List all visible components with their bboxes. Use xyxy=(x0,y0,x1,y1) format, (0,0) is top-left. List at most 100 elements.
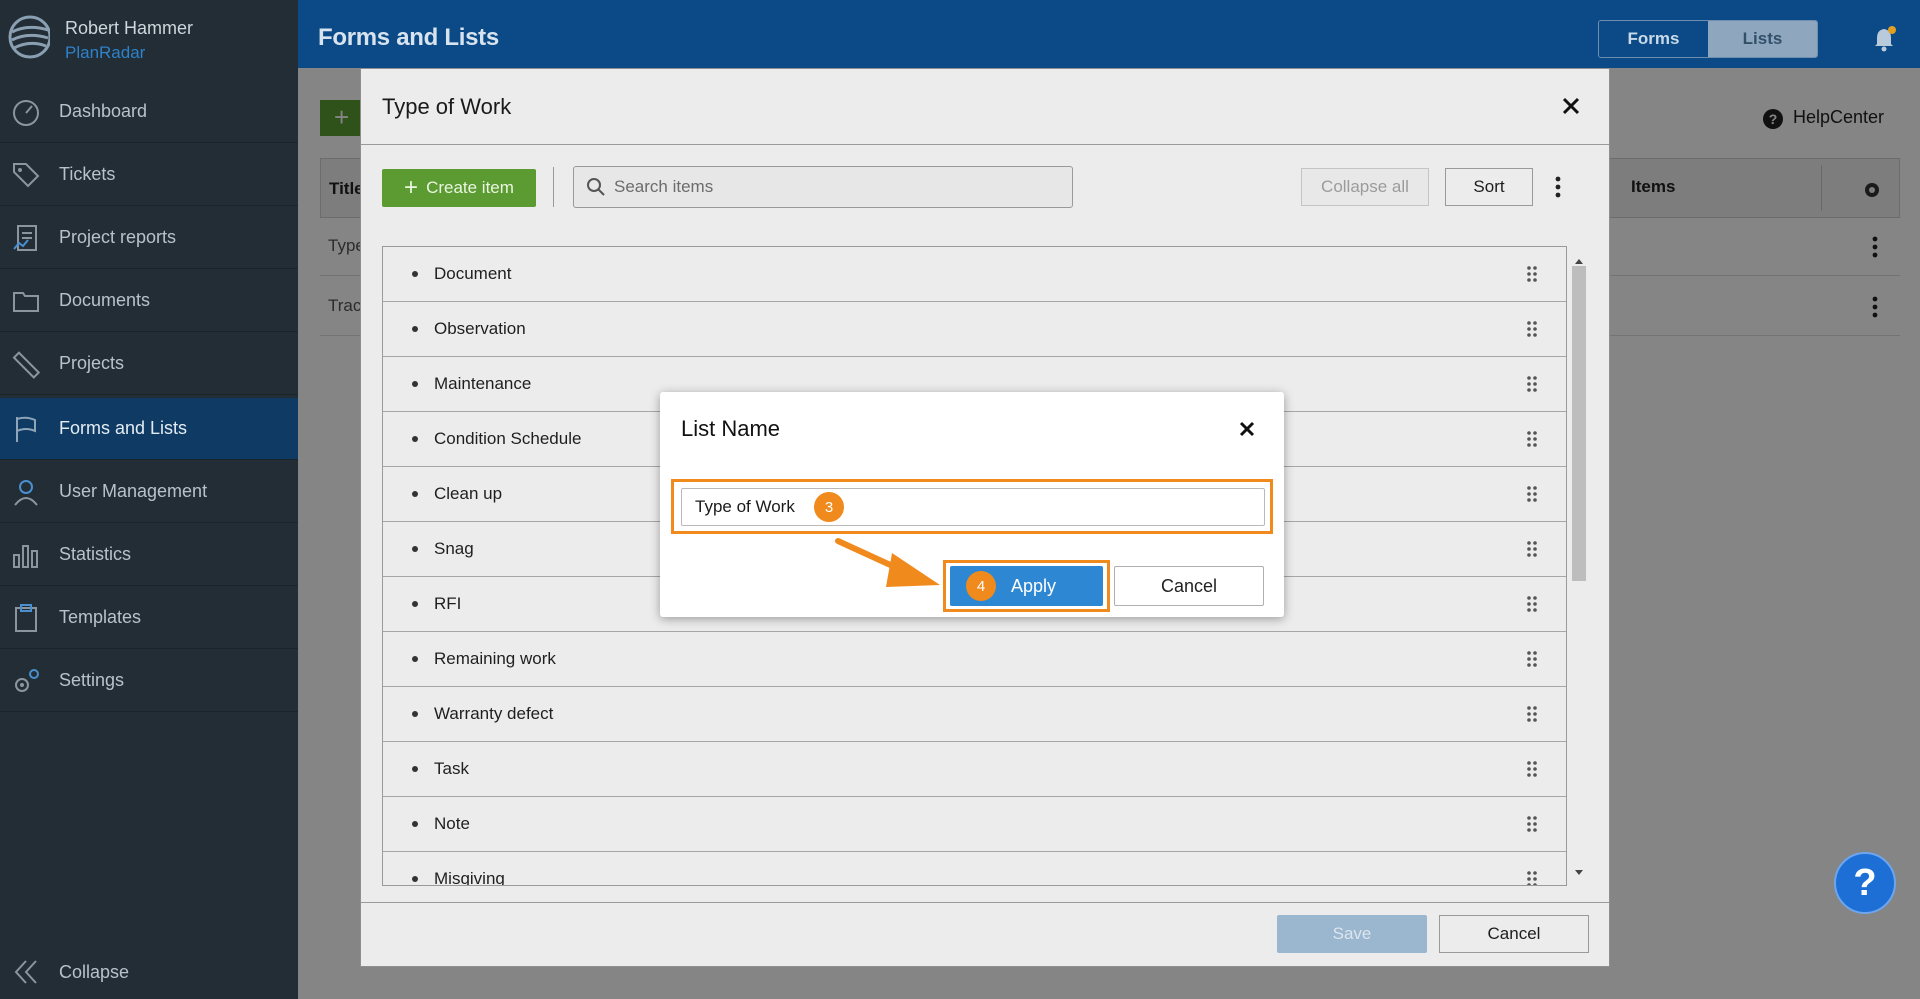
drag-handle-icon[interactable] xyxy=(1526,430,1538,448)
user-name: Robert Hammer xyxy=(65,18,194,38)
clipboard-icon xyxy=(8,600,44,636)
collapse-label: Collapse xyxy=(59,961,130,982)
bullet-icon xyxy=(412,326,418,332)
drag-handle-icon[interactable] xyxy=(1526,595,1538,613)
drag-handle-icon[interactable] xyxy=(1526,320,1538,338)
step-badge-3: 3 xyxy=(814,492,844,522)
list-item[interactable]: Task xyxy=(383,742,1566,797)
help-fab-button[interactable]: ? xyxy=(1834,852,1896,914)
create-item-button[interactable]: + Create item xyxy=(382,169,536,207)
bullet-icon xyxy=(412,821,418,827)
drag-handle-icon[interactable] xyxy=(1526,870,1538,886)
sidebar-item-projects[interactable]: Projects xyxy=(0,333,298,395)
bullet-icon xyxy=(412,546,418,552)
list-item[interactable]: Observation xyxy=(383,302,1566,357)
sidebar: Robert Hammer PlanRadar Dashboard Ticket… xyxy=(0,0,298,999)
report-icon xyxy=(8,220,44,256)
bullet-icon xyxy=(412,766,418,772)
close-icon[interactable] xyxy=(1558,93,1584,119)
drag-handle-icon[interactable] xyxy=(1526,485,1538,503)
double-chevron-left-icon xyxy=(8,954,44,990)
scrollbar-thumb[interactable] xyxy=(1572,266,1586,581)
list-item-label: Clean up xyxy=(434,484,503,503)
close-icon[interactable] xyxy=(1234,416,1260,442)
list-item[interactable]: Note xyxy=(383,797,1566,852)
list-item-label: Task xyxy=(434,759,469,778)
tab-forms[interactable]: Forms xyxy=(1599,21,1708,57)
bullet-icon xyxy=(412,271,418,277)
folder-icon xyxy=(8,283,44,319)
bar-chart-icon xyxy=(8,537,44,573)
planradar-logo-icon xyxy=(8,15,50,59)
bullet-icon xyxy=(412,436,418,442)
sidebar-item-user-management[interactable]: User Management xyxy=(0,461,298,523)
search-icon xyxy=(587,178,605,196)
sidebar-item-label: Documents xyxy=(59,290,151,310)
list-name-input[interactable] xyxy=(681,488,1265,526)
bullet-icon xyxy=(412,601,418,607)
list-name-dialog: List Name 3 Apply 4 Cancel xyxy=(660,392,1284,617)
gear-icon xyxy=(8,663,44,699)
save-button[interactable]: Save xyxy=(1277,915,1427,953)
list-item-label: Observation xyxy=(434,319,526,338)
top-bar: Forms and Lists Forms Lists xyxy=(298,0,1920,68)
create-item-label: Create item xyxy=(426,178,514,197)
gauge-icon xyxy=(8,94,44,130)
sidebar-item-settings[interactable]: Settings xyxy=(0,650,298,712)
search-box xyxy=(573,166,1073,208)
sidebar-item-label: Project reports xyxy=(59,227,177,247)
sidebar-item-project-reports[interactable]: Project reports xyxy=(0,207,298,269)
plus-icon: + xyxy=(404,174,419,201)
brand-name: PlanRadar xyxy=(65,43,146,62)
flag-icon xyxy=(8,411,44,447)
sidebar-item-forms-and-lists[interactable]: Forms and Lists xyxy=(0,398,298,460)
drag-handle-icon[interactable] xyxy=(1526,815,1538,833)
sidebar-item-tickets[interactable]: Tickets xyxy=(0,144,298,206)
list-item-label: Misgiving xyxy=(434,869,505,886)
user-header[interactable]: Robert Hammer PlanRadar xyxy=(0,0,298,68)
bullet-icon xyxy=(412,491,418,497)
more-options-icon[interactable] xyxy=(1551,175,1565,199)
sort-button[interactable]: Sort xyxy=(1445,168,1533,206)
list-item-label: Document xyxy=(434,264,512,283)
collapse-sidebar-button[interactable]: Collapse xyxy=(0,945,298,999)
toolbar-divider xyxy=(553,167,554,207)
sidebar-item-label: User Management xyxy=(59,481,208,501)
sidebar-item-documents[interactable]: Documents xyxy=(0,270,298,332)
sidebar-item-label: Statistics xyxy=(59,544,132,564)
page-title: Forms and Lists xyxy=(318,24,499,51)
modal-footer: Save Cancel xyxy=(361,902,1609,966)
list-item[interactable]: Remaining work xyxy=(383,632,1566,687)
drag-handle-icon[interactable] xyxy=(1526,540,1538,558)
bullet-icon xyxy=(412,876,418,882)
list-item[interactable]: Document xyxy=(383,247,1566,302)
drag-handle-icon[interactable] xyxy=(1526,705,1538,723)
dialog-cancel-button[interactable]: Cancel xyxy=(1114,566,1264,606)
list-item-label: Warranty defect xyxy=(434,704,554,723)
list-item-label: Snag xyxy=(434,539,474,558)
list-item[interactable]: Warranty defect xyxy=(383,687,1566,742)
list-item-label: Note xyxy=(434,814,470,833)
sidebar-item-label: Projects xyxy=(59,353,125,373)
bullet-icon xyxy=(412,381,418,387)
collapse-all-button[interactable]: Collapse all xyxy=(1301,168,1429,206)
search-input[interactable] xyxy=(612,167,1062,207)
cancel-button[interactable]: Cancel xyxy=(1439,915,1589,953)
drag-handle-icon[interactable] xyxy=(1526,650,1538,668)
tag-icon xyxy=(8,157,44,193)
sidebar-item-dashboard[interactable]: Dashboard xyxy=(0,81,298,143)
sidebar-item-label: Templates xyxy=(59,607,142,627)
tab-lists[interactable]: Lists xyxy=(1708,21,1817,57)
drag-handle-icon[interactable] xyxy=(1526,265,1538,283)
bell-icon[interactable] xyxy=(1872,26,1896,52)
list-item-label: Remaining work xyxy=(434,649,556,668)
drag-handle-icon[interactable] xyxy=(1526,760,1538,778)
forms-lists-toggle: Forms Lists xyxy=(1598,20,1818,58)
drag-handle-icon[interactable] xyxy=(1526,375,1538,393)
sidebar-item-statistics[interactable]: Statistics xyxy=(0,524,298,586)
list-item[interactable]: Misgiving xyxy=(383,852,1566,886)
sidebar-item-templates[interactable]: Templates xyxy=(0,587,298,649)
sidebar-item-label: Settings xyxy=(59,670,125,690)
apply-label: Apply xyxy=(1010,575,1057,596)
bullet-icon xyxy=(412,711,418,717)
